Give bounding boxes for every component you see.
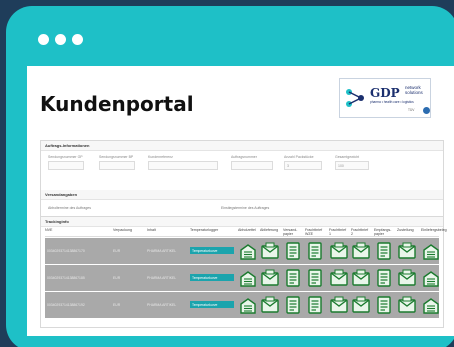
waybill-1-icon[interactable] <box>329 241 349 261</box>
entry-dates-label: Einstiegstermine des Auftrages <box>221 206 270 210</box>
cell-pack: EUR <box>113 276 121 280</box>
shipping-title: Versandangaben <box>41 190 443 200</box>
delivery-note-icon[interactable] <box>397 241 417 261</box>
table-row[interactable]: 00340293714138867185 EUR PHARMA ARTIKEL … <box>45 265 439 291</box>
col-pickup-slip[interactable]: Abholzettel <box>238 228 256 232</box>
cell-nve: 00340293714138867170 <box>47 249 85 253</box>
col-receipt[interactable]: Empfangs-papier <box>374 228 394 236</box>
table-row[interactable]: 00340293714138867192 EUR PHARMA ARTIKEL … <box>45 292 439 318</box>
customer-ref-input[interactable] <box>148 161 218 170</box>
delivery-icon[interactable] <box>260 268 280 288</box>
temperature-curve-button[interactable]: Temperaturkurve <box>190 301 234 308</box>
cell-content: PHARMA ARTIKEL <box>147 276 177 280</box>
waybill-2-icon[interactable] <box>351 268 371 288</box>
waybill-wze-icon[interactable] <box>305 295 325 315</box>
logo-tagline: network solutions <box>405 85 423 95</box>
cell-nve: 00340293714138867192 <box>47 303 85 307</box>
drop-receipt-icon[interactable] <box>421 295 441 315</box>
col-delivery[interactable]: Ablieferung <box>260 228 278 232</box>
gdp-logo[interactable]: GDP network solutions pharma • health ca… <box>339 78 431 118</box>
col-drop-receipt[interactable]: Einliefergsbeleg <box>421 228 447 232</box>
pickup-dates-label: Abholtermine des Auftrages <box>48 206 91 210</box>
cell-nve: 00340293714138867185 <box>47 276 85 280</box>
col-ship-paper[interactable]: Versand-papier <box>283 228 301 236</box>
page-title: Kundenportal <box>40 92 194 116</box>
window-dot-3[interactable] <box>72 34 83 45</box>
cell-pack: EUR <box>113 303 121 307</box>
receipt-paper-icon[interactable] <box>374 295 394 315</box>
package-count-input[interactable]: 3 <box>284 161 322 170</box>
field-package-count: Anzahl Packstücke 3 <box>284 155 322 170</box>
delivery-icon[interactable] <box>260 241 280 261</box>
cell-content: PHARMA ARTIKEL <box>147 303 177 307</box>
col-temp-logger[interactable]: Temperaturlogger <box>190 228 218 232</box>
col-waybill-2[interactable]: Frachtbrief 2 <box>351 228 371 236</box>
order-number-input[interactable] <box>231 161 273 170</box>
waybill-2-icon[interactable] <box>351 241 371 261</box>
window-dot-2[interactable] <box>55 34 66 45</box>
pickup-slip-icon[interactable] <box>238 295 258 315</box>
shipment-bp-input[interactable] <box>99 161 135 170</box>
delivery-icon[interactable] <box>260 295 280 315</box>
cell-pack: EUR <box>113 249 121 253</box>
delivery-note-icon[interactable] <box>397 268 417 288</box>
col-nve[interactable]: NVE <box>45 228 52 232</box>
shipping-paper-icon[interactable] <box>283 241 303 261</box>
window-dot-1[interactable] <box>38 34 49 45</box>
field-total-weight: Gesamtgewicht 100 <box>335 155 369 170</box>
order-info-title: Auftrags-Informationen <box>41 141 443 151</box>
receipt-paper-icon[interactable] <box>374 268 394 288</box>
shipping-panel: Versandangaben Abholtermine des Auftrage… <box>40 190 444 217</box>
window-controls <box>38 34 83 45</box>
cell-content: PHARMA ARTIKEL <box>147 249 177 253</box>
drop-receipt-icon[interactable] <box>421 241 441 261</box>
pickup-slip-icon[interactable] <box>238 268 258 288</box>
col-packaging[interactable]: Verpackung <box>113 228 132 232</box>
field-shipment-gp: Sendungsnummer GP <box>48 155 84 170</box>
temperature-curve-button[interactable]: Temperaturkurve <box>190 274 234 281</box>
pickup-slip-icon[interactable] <box>238 241 258 261</box>
shipping-paper-icon[interactable] <box>283 268 303 288</box>
waybill-wze-icon[interactable] <box>305 268 325 288</box>
cert-badge-icon <box>423 107 430 114</box>
field-shipment-bp: Sendungsnummer BP <box>99 155 135 170</box>
logo-subline: pharma • health care • logistics <box>370 100 414 104</box>
waybill-2-icon[interactable] <box>351 295 371 315</box>
field-customer-ref: Kundenreferenz <box>148 155 218 170</box>
logo-brand: GDP <box>370 86 400 100</box>
tracking-table-header: NVE Verpackung Inhalt Temperaturlogger A… <box>45 226 447 237</box>
temperature-curve-button[interactable]: Temperaturkurve <box>190 247 234 254</box>
waybill-wze-icon[interactable] <box>305 241 325 261</box>
receipt-paper-icon[interactable] <box>374 241 394 261</box>
shipping-paper-icon[interactable] <box>283 295 303 315</box>
col-content[interactable]: Inhalt <box>147 228 156 232</box>
screen: Kundenportal GDP network solutions pharm… <box>27 66 454 336</box>
drop-receipt-icon[interactable] <box>421 268 441 288</box>
table-row[interactable]: 00340293714138867170 EUR PHARMA ARTIKEL … <box>45 238 439 264</box>
logo-mark-icon <box>346 89 364 107</box>
col-waybill-wze[interactable]: Frachtbrief WZE <box>305 228 325 236</box>
order-info-panel: Auftrags-Informationen Sendungsnummer GP… <box>40 140 444 194</box>
waybill-1-icon[interactable] <box>329 268 349 288</box>
col-waybill-1[interactable]: Frachtbrief 1 <box>329 228 349 236</box>
logo-cert: TÜV <box>408 108 415 112</box>
waybill-1-icon[interactable] <box>329 295 349 315</box>
field-order-number: Auftragsnummer <box>231 155 273 170</box>
tracking-panel: Trackinginfo NVE Verpackung Inhalt Tempe… <box>40 217 447 328</box>
col-delivery-note[interactable]: Zustellung <box>397 228 414 232</box>
total-weight-input[interactable]: 100 <box>335 161 369 170</box>
delivery-note-icon[interactable] <box>397 295 417 315</box>
shipment-gp-input[interactable] <box>48 161 84 170</box>
